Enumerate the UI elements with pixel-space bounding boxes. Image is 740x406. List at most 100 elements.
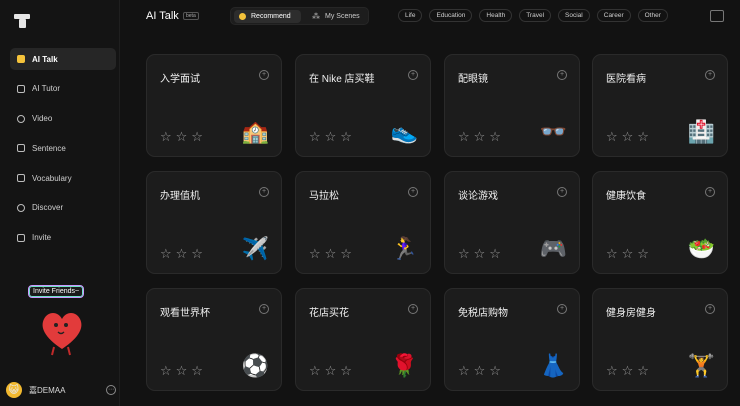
sidebar-item-ai-tutor[interactable]: AI Tutor: [10, 78, 116, 100]
play-icon: [16, 114, 26, 124]
scene-title: 在 Nike 店买鞋: [309, 74, 375, 85]
scene-emoji-icon: 👓: [539, 119, 567, 144]
sidebar-item-video[interactable]: Video: [10, 108, 116, 130]
scene-card[interactable]: 马拉松 + ☆☆☆ 🏃‍♀️: [295, 171, 431, 274]
category-chip-travel[interactable]: Travel: [519, 9, 552, 22]
star-rating: ☆☆☆: [606, 246, 653, 261]
scene-title: 配眼镜: [458, 74, 488, 85]
user-profile[interactable]: 😺 嘉DEMAA ⋯: [6, 382, 118, 398]
scene-card[interactable]: 免税店购物 + ☆☆☆ 👗: [444, 288, 580, 391]
invite-friends-label: Invite Friends~: [28, 285, 85, 298]
user-name: 嘉DEMAA: [29, 385, 66, 395]
add-icon[interactable]: +: [259, 304, 269, 314]
scene-emoji-icon: 🏥: [687, 119, 715, 144]
scene-emoji-icon: ⚽: [241, 353, 269, 378]
tab-label: My Scenes: [325, 13, 360, 20]
scene-title: 免税店购物: [458, 308, 508, 319]
sidebar-item-label: AI Tutor: [32, 84, 61, 94]
category-filters: Life Education Health Travel Social Care…: [398, 9, 675, 22]
scene-emoji-icon: ✈️: [241, 236, 269, 261]
invite-friends-promo[interactable]: Invite Friends~: [28, 285, 92, 356]
scene-title: 马拉松: [309, 191, 339, 202]
message-icon[interactable]: [710, 10, 724, 22]
tab-recommend[interactable]: Recommend: [234, 10, 301, 23]
add-icon[interactable]: +: [557, 70, 567, 80]
scene-title: 花店买花: [309, 308, 349, 319]
app-logo-icon[interactable]: [14, 14, 30, 28]
sidebar-item-label: Sentence: [32, 143, 66, 153]
compass-icon: [16, 203, 26, 213]
scene-emoji-icon: 🏃‍♀️: [390, 236, 418, 261]
scene-emoji-icon: 🏋️: [687, 353, 715, 378]
scene-card[interactable]: 配眼镜 + ☆☆☆ 👓: [444, 54, 580, 157]
scene-title: 医院看病: [606, 74, 646, 85]
tab-my-scenes[interactable]: ⁂ My Scenes: [307, 10, 367, 23]
star-rating: ☆☆☆: [606, 363, 653, 378]
beta-badge: beta: [183, 12, 199, 20]
add-icon[interactable]: +: [259, 70, 269, 80]
scene-card[interactable]: 在 Nike 店买鞋 + ☆☆☆ 👟: [295, 54, 431, 157]
star-rating: ☆☆☆: [458, 246, 505, 261]
sidebar-item-label: Video: [32, 114, 53, 124]
scene-emoji-icon: 🎮: [539, 236, 567, 261]
category-chip-other[interactable]: Other: [637, 9, 668, 22]
more-options-icon[interactable]: ⋯: [106, 385, 116, 395]
sidebar-item-sentence[interactable]: Sentence: [10, 137, 116, 159]
add-icon[interactable]: +: [259, 187, 269, 197]
sidebar-item-discover[interactable]: Discover: [10, 197, 116, 219]
category-chip-health[interactable]: Health: [479, 9, 513, 22]
add-icon[interactable]: +: [705, 304, 715, 314]
star-rating: ☆☆☆: [309, 246, 356, 261]
scenes-icon: ⁂: [312, 12, 320, 21]
scene-emoji-icon: 🥗: [687, 236, 715, 261]
star-rating: ☆☆☆: [160, 129, 207, 144]
add-icon[interactable]: +: [557, 304, 567, 314]
add-icon[interactable]: +: [557, 187, 567, 197]
page-title: AI Talk: [146, 10, 179, 22]
scene-tabs: Recommend ⁂ My Scenes: [230, 7, 369, 25]
tab-label: Recommend: [251, 13, 291, 20]
scene-title: 健身房健身: [606, 308, 656, 319]
star-rating: ☆☆☆: [160, 363, 207, 378]
scene-card[interactable]: 健身房健身 + ☆☆☆ 🏋️: [592, 288, 728, 391]
avatar: 😺: [6, 382, 22, 398]
add-icon[interactable]: +: [408, 70, 418, 80]
sidebar-item-ai-talk[interactable]: AI Talk: [10, 48, 116, 70]
sidebar-item-label: Invite: [32, 233, 52, 243]
gift-icon: [16, 233, 26, 243]
category-chip-education[interactable]: Education: [429, 9, 473, 22]
tutor-icon: [16, 84, 26, 94]
scene-title: 健康饮食: [606, 191, 646, 202]
scene-title: 观看世界杯: [160, 308, 210, 319]
sidebar-item-label: Discover: [32, 203, 64, 213]
recommend-icon: [239, 13, 246, 20]
sidebar-item-label: AI Talk: [32, 54, 58, 64]
scene-title: 谈论游戏: [458, 191, 498, 202]
add-icon[interactable]: +: [705, 70, 715, 80]
add-icon[interactable]: +: [705, 187, 715, 197]
category-chip-social[interactable]: Social: [558, 9, 590, 22]
add-icon[interactable]: +: [408, 304, 418, 314]
scene-card[interactable]: 健康饮食 + ☆☆☆ 🥗: [592, 171, 728, 274]
scene-emoji-icon: 👗: [539, 353, 567, 378]
sidebar-nav: AI Talk AI Tutor Video Sentence Vocabula…: [10, 48, 116, 257]
sidebar-item-invite[interactable]: Invite: [10, 227, 116, 249]
scene-card[interactable]: 谈论游戏 + ☆☆☆ 🎮: [444, 171, 580, 274]
category-chip-career[interactable]: Career: [596, 9, 631, 22]
sidebar-item-vocabulary[interactable]: Vocabulary: [10, 167, 116, 189]
sidebar-item-label: Vocabulary: [32, 173, 72, 183]
document-icon: [16, 143, 26, 153]
scene-card[interactable]: 入学面试 + ☆☆☆ 🏫: [146, 54, 282, 157]
star-rating: ☆☆☆: [458, 363, 505, 378]
add-icon[interactable]: +: [408, 187, 418, 197]
scene-card[interactable]: 医院看病 + ☆☆☆ 🏥: [592, 54, 728, 157]
book-icon: [16, 173, 26, 183]
star-rating: ☆☆☆: [309, 363, 356, 378]
star-rating: ☆☆☆: [458, 129, 505, 144]
scene-card[interactable]: 观看世界杯 + ☆☆☆ ⚽: [146, 288, 282, 391]
scene-card[interactable]: 花店买花 + ☆☆☆ 🌹: [295, 288, 431, 391]
scene-card[interactable]: 办理值机 + ☆☆☆ ✈️: [146, 171, 282, 274]
star-rating: ☆☆☆: [309, 129, 356, 144]
scene-emoji-icon: 👟: [390, 119, 418, 144]
category-chip-life[interactable]: Life: [398, 9, 423, 22]
